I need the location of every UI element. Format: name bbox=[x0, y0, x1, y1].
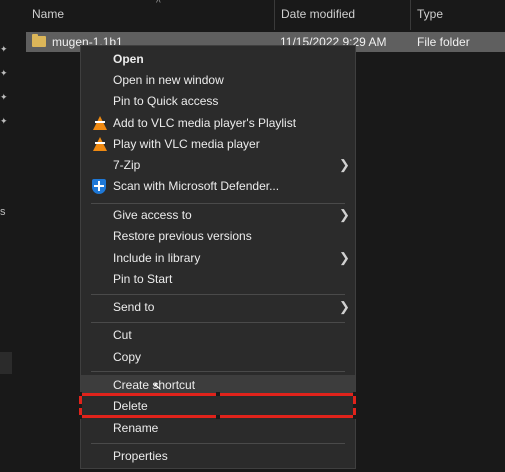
menu-item-label: Give access to bbox=[113, 208, 192, 222]
vlc-cone-icon bbox=[93, 116, 107, 130]
folder-icon bbox=[32, 34, 46, 47]
menu-separator bbox=[91, 322, 345, 323]
file-type: File folder bbox=[417, 35, 470, 49]
menu-item-label: Add to VLC media player's Playlist bbox=[113, 116, 297, 130]
navigation-pane: ✦ ✦ ✦ ✦ s bbox=[0, 0, 12, 472]
submenu-chevron-icon: ❯ bbox=[339, 250, 350, 265]
menu-item-cut[interactable]: Cut bbox=[81, 325, 355, 346]
menu-item-label: Play with VLC media player bbox=[113, 137, 260, 151]
menu-item-label: Pin to Quick access bbox=[113, 94, 219, 108]
resize-handle bbox=[353, 392, 357, 396]
menu-item-vlc-play[interactable]: Play with VLC media player bbox=[81, 134, 355, 155]
menu-item-label: Restore previous versions bbox=[113, 229, 252, 243]
defender-shield-icon bbox=[92, 179, 106, 194]
menu-item-rename[interactable]: Rename bbox=[81, 418, 355, 439]
menu-item-properties[interactable]: Properties bbox=[81, 446, 355, 467]
menu-item-include-library[interactable]: Include in library ❯ bbox=[81, 248, 355, 269]
menu-item-7zip[interactable]: 7-Zip ❯ bbox=[81, 155, 355, 176]
menu-item-label: Send to bbox=[113, 300, 155, 314]
menu-item-label: Copy bbox=[113, 350, 142, 364]
menu-item-label: Open bbox=[113, 52, 144, 66]
menu-item-copy[interactable]: Copy bbox=[81, 347, 355, 368]
menu-item-label: Scan with Microsoft Defender... bbox=[113, 179, 280, 193]
column-divider[interactable] bbox=[274, 0, 275, 30]
resize-handle bbox=[353, 404, 357, 408]
menu-item-label: Pin to Start bbox=[113, 272, 173, 286]
menu-item-pin-start[interactable]: Pin to Start bbox=[81, 269, 355, 290]
menu-item-label: Properties bbox=[113, 449, 168, 463]
pin-icon: ✦ bbox=[0, 44, 8, 54]
menu-item-give-access[interactable]: Give access to ❯ bbox=[81, 205, 355, 226]
menu-item-label: Rename bbox=[113, 421, 159, 435]
menu-separator bbox=[91, 443, 345, 444]
menu-separator bbox=[91, 203, 345, 204]
menu-item-label: Cut bbox=[113, 328, 132, 342]
menu-item-vlc-add-playlist[interactable]: Add to VLC media player's Playlist bbox=[81, 113, 355, 134]
menu-separator bbox=[91, 294, 345, 295]
pin-icon: ✦ bbox=[0, 68, 8, 78]
menu-item-restore-versions[interactable]: Restore previous versions bbox=[81, 226, 355, 247]
submenu-chevron-icon: ❯ bbox=[339, 299, 350, 314]
menu-item-label: Open in new window bbox=[113, 73, 224, 87]
menu-item-defender-scan[interactable]: Scan with Microsoft Defender... bbox=[81, 176, 355, 197]
resize-handle bbox=[78, 392, 82, 396]
menu-item-label: 7-Zip bbox=[113, 158, 141, 172]
resize-handle bbox=[353, 415, 357, 419]
mouse-cursor-icon: ↖ bbox=[153, 381, 163, 393]
menu-separator bbox=[91, 371, 345, 372]
nav-item-fragment[interactable]: s bbox=[0, 206, 6, 218]
resize-handle bbox=[216, 392, 220, 396]
submenu-chevron-icon: ❯ bbox=[339, 207, 350, 222]
nav-item-selected[interactable] bbox=[0, 352, 12, 374]
resize-handle bbox=[216, 415, 220, 419]
pin-icon: ✦ bbox=[0, 116, 8, 126]
column-name[interactable]: Name bbox=[32, 7, 64, 21]
column-divider[interactable] bbox=[410, 0, 411, 30]
menu-item-open-new-window[interactable]: Open in new window bbox=[81, 70, 355, 91]
column-date-modified[interactable]: Date modified bbox=[281, 7, 355, 21]
column-type[interactable]: Type bbox=[417, 7, 443, 21]
vlc-cone-icon bbox=[93, 137, 107, 151]
menu-item-label: Include in library bbox=[113, 251, 201, 265]
resize-handle bbox=[78, 415, 82, 419]
delete-highlight-box bbox=[78, 392, 357, 419]
resize-handle bbox=[78, 404, 82, 408]
sort-ascending-icon: ^ bbox=[156, 0, 161, 9]
menu-item-open[interactable]: Open bbox=[81, 49, 355, 70]
column-header: ^ Name Date modified Type bbox=[12, 0, 505, 30]
pin-icon: ✦ bbox=[0, 92, 8, 102]
submenu-chevron-icon: ❯ bbox=[339, 157, 350, 172]
menu-item-send-to[interactable]: Send to ❯ bbox=[81, 297, 355, 318]
menu-item-pin-quick-access[interactable]: Pin to Quick access bbox=[81, 91, 355, 112]
